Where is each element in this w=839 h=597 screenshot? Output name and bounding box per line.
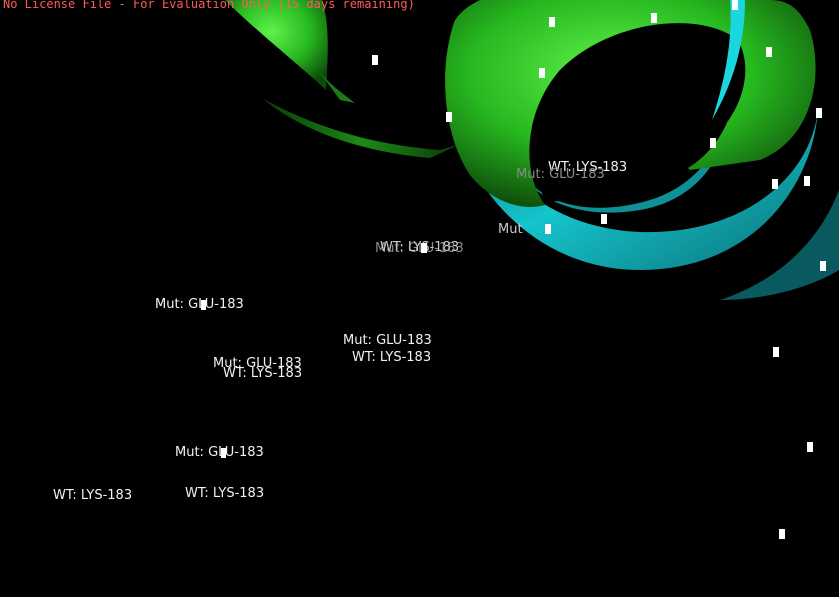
atom-marker[interactable] [446,112,452,122]
license-notice: No License File - For Evaluation Only (1… [3,0,415,11]
atom-marker[interactable] [732,0,738,10]
atom-marker[interactable] [201,300,206,310]
residue-label-wt[interactable]: WT: LYS-183 [352,350,431,365]
residue-label-mut[interactable]: Mut: GLU-183 [155,297,244,312]
residue-label-wt[interactable]: WT: LYS-183 [185,486,264,501]
atom-marker[interactable] [421,243,427,253]
residue-label-wt[interactable]: WT: LYS-183 [53,488,132,503]
atom-marker[interactable] [807,442,813,452]
green-strand-ribbon [225,0,328,90]
residue-label-mut-partial[interactable]: Mut [498,222,523,237]
dark-strand-ribbon [262,98,463,158]
atom-marker[interactable] [372,55,378,65]
atom-marker[interactable] [651,13,657,23]
atom-marker[interactable] [773,347,779,357]
residue-label-mut[interactable]: Mut: GLU-183 [343,333,432,348]
atom-marker[interactable] [766,47,772,57]
atom-marker[interactable] [710,138,716,148]
atom-marker[interactable] [549,17,555,27]
atom-marker[interactable] [539,68,545,78]
residue-label-mut[interactable]: Mut: GLU-183 [175,445,264,460]
atom-marker[interactable] [601,214,607,224]
residue-label-wt[interactable]: WT: LYS-183 [223,366,302,381]
atom-marker[interactable] [820,261,826,271]
atom-marker[interactable] [804,176,810,186]
atom-marker[interactable] [779,529,785,539]
residue-label-wt[interactable]: WT: LYS-183 [380,240,459,255]
residue-label-mut[interactable]: Mut: GLU-183 [516,167,605,182]
atom-marker[interactable] [545,224,551,234]
atom-marker[interactable] [816,108,822,118]
atom-marker[interactable] [221,448,226,458]
ribbon-scene[interactable] [0,0,839,597]
atom-marker[interactable] [772,179,778,189]
molecular-viewer-canvas[interactable]: No License File - For Evaluation Only (1… [0,0,839,597]
